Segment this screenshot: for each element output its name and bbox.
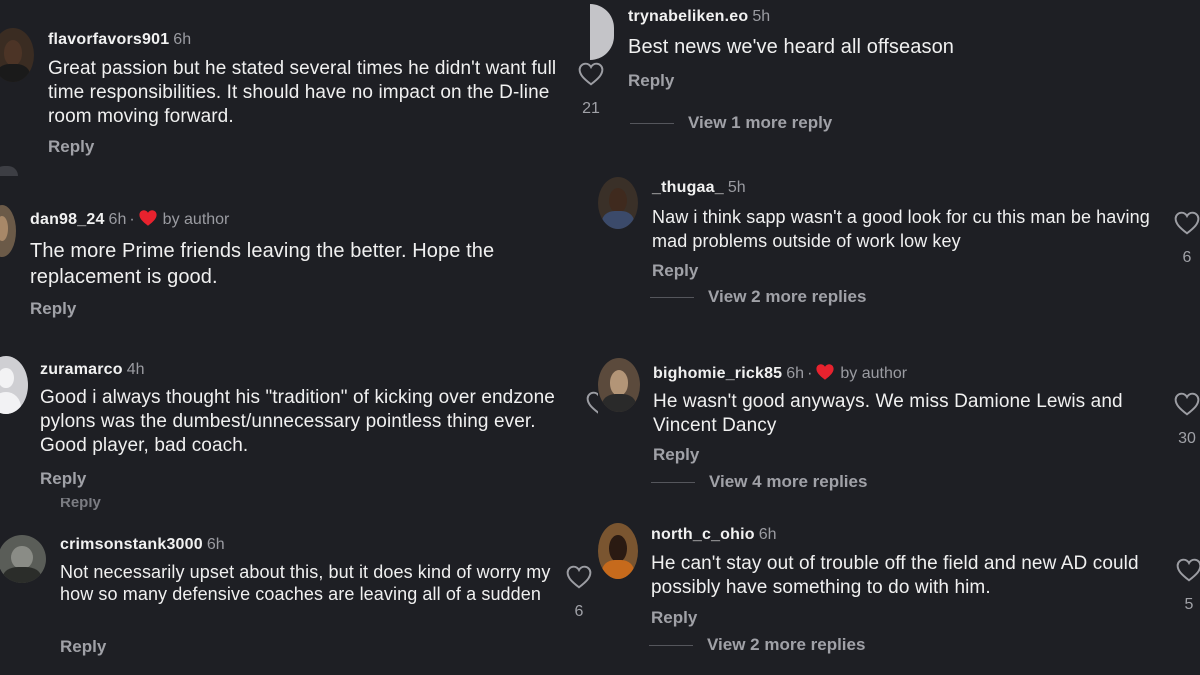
username[interactable]: bighomie_rick85 <box>653 365 782 382</box>
view-more-label: View 4 more replies <box>709 472 868 491</box>
comment-text: Not necessarily upset about this, but it… <box>60 562 551 604</box>
avatar[interactable] <box>598 523 638 579</box>
avatar[interactable] <box>0 28 34 82</box>
comment-text: Best news we've heard all offseason <box>628 36 955 58</box>
timestamp: 6h <box>206 536 225 553</box>
comment-text: Naw i think sapp wasn't a good look for … <box>652 207 1150 251</box>
heart-outline-icon[interactable] <box>578 62 604 86</box>
comment-meta: dan98_24 6h · by author <box>30 209 229 229</box>
divider-line <box>651 482 695 484</box>
like-count: 30 <box>1178 430 1196 447</box>
like-count: 5 <box>1184 596 1194 613</box>
reply-button[interactable]: Reply <box>652 261 698 281</box>
reply-button[interactable]: Reply <box>30 299 76 319</box>
comment-text: Good i always thought his "tradition" of… <box>40 387 555 456</box>
like-button[interactable]: 6 <box>1172 211 1200 267</box>
like-button[interactable]: 5 <box>1174 558 1200 614</box>
like-count: 6 <box>1182 249 1192 266</box>
like-count: 6 <box>574 603 584 620</box>
avatar[interactable] <box>590 4 614 60</box>
heart-outline-icon[interactable] <box>1174 211 1200 235</box>
reply-button[interactable]: Reply <box>40 469 86 489</box>
timestamp: 5h <box>752 8 771 25</box>
comment-meta: north_c_ohio 6h <box>651 526 777 544</box>
view-more-replies[interactable]: View 2 more replies <box>650 287 866 307</box>
view-more-label: View 2 more replies <box>708 287 867 306</box>
comment-meta: flavorfavors901 6h <box>48 31 191 49</box>
separator-dot: · <box>129 211 135 228</box>
view-more-label: View 1 more reply <box>688 113 833 132</box>
partial-avatar <box>0 166 18 176</box>
comment-meta: crimsonstank3000 6h <box>60 536 225 554</box>
view-more-replies[interactable]: View 4 more replies <box>651 472 867 492</box>
heart-outline-icon[interactable] <box>1174 392 1200 416</box>
reply-button[interactable]: Reply <box>60 637 106 657</box>
username[interactable]: _thugaa_ <box>652 179 724 196</box>
like-button[interactable]: 21 <box>576 62 606 118</box>
heart-outline-icon[interactable] <box>566 565 592 589</box>
comment-meta: bighomie_rick85 6h · by author <box>653 363 907 383</box>
reply-button[interactable]: Reply <box>653 445 699 465</box>
comment-meta: zuramarco 4h <box>40 361 145 379</box>
comment-meta: _thugaa_ 5h <box>652 179 746 197</box>
default-avatar-icon[interactable] <box>0 356 28 414</box>
timestamp: 6h <box>786 365 805 382</box>
comment-text: The more Prime friends leaving the bette… <box>30 240 495 288</box>
partial-heart-icon <box>586 391 598 417</box>
reply-button[interactable]: Reply <box>628 71 674 91</box>
avatar[interactable] <box>598 177 638 229</box>
timestamp: 6h <box>173 31 192 48</box>
username[interactable]: north_c_ohio <box>651 526 755 543</box>
avatar[interactable] <box>0 535 46 583</box>
comment-text: He wasn't good anyways. We miss Damione … <box>653 391 1123 436</box>
like-count: 21 <box>582 100 600 117</box>
author-heart-icon <box>139 210 157 226</box>
avatar[interactable] <box>0 205 16 257</box>
partially-hidden-reply: Reply <box>60 498 101 510</box>
username[interactable]: flavorfavors901 <box>48 31 169 48</box>
reply-button[interactable]: Reply <box>651 608 697 628</box>
comment-meta: trynabeliken.eo 5h <box>628 8 770 26</box>
reply-button[interactable]: Reply <box>48 137 94 157</box>
timestamp: 6h <box>758 526 777 543</box>
username[interactable]: trynabeliken.eo <box>628 8 748 25</box>
view-more-replies[interactable]: View 1 more reply <box>630 113 832 133</box>
divider-line <box>649 645 693 647</box>
avatar[interactable] <box>598 358 640 412</box>
username[interactable]: zuramarco <box>40 361 123 378</box>
username[interactable]: crimsonstank3000 <box>60 536 203 553</box>
view-more-label: View 2 more replies <box>707 635 866 654</box>
timestamp: 5h <box>727 179 746 196</box>
timestamp: 4h <box>126 361 145 378</box>
like-button[interactable]: 6 <box>564 565 594 621</box>
author-heart-icon <box>816 364 834 380</box>
by-author-label: by author <box>162 211 230 228</box>
username[interactable]: dan98_24 <box>30 211 105 228</box>
comment-text: Great passion but he stated several time… <box>48 58 557 127</box>
by-author-label: by author <box>840 365 908 382</box>
separator-dot: · <box>807 365 813 382</box>
timestamp: 6h <box>108 211 127 228</box>
heart-outline-icon[interactable] <box>1176 558 1200 582</box>
divider-line <box>630 123 674 125</box>
comment-text: He can't stay out of trouble off the fie… <box>651 553 1139 598</box>
divider-line <box>650 297 694 299</box>
view-more-replies[interactable]: View 2 more replies <box>649 635 865 655</box>
like-button[interactable]: 30 <box>1172 392 1200 448</box>
